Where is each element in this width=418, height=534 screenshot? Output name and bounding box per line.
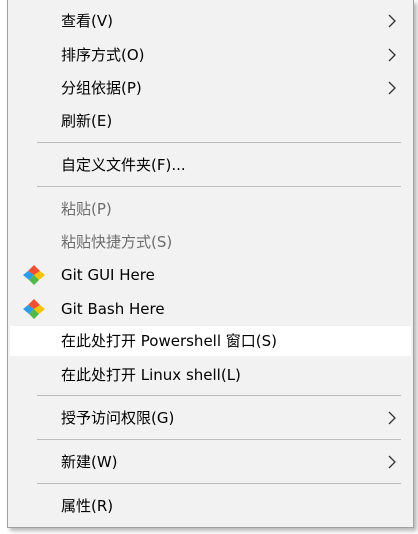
menu-item-label: Git GUI Here — [61, 266, 155, 284]
menu-item-label: 授予访问权限(G) — [61, 409, 175, 427]
menu-item-open-linux-shell[interactable]: 在此处打开 Linux shell(L) — [10, 360, 411, 390]
menu-item-sort-by[interactable]: 排序方式(O) — [10, 40, 411, 70]
menu-item-view[interactable]: 查看(V) — [10, 6, 411, 36]
menu-item-label: 分组依据(P) — [61, 79, 142, 97]
chevron-right-icon — [388, 14, 396, 28]
menu-item-git-bash-here[interactable]: Git Bash Here — [10, 294, 411, 324]
chevron-right-icon — [388, 455, 396, 469]
menu-separator — [37, 395, 401, 396]
menu-separator — [37, 142, 401, 143]
chevron-right-icon — [388, 48, 396, 62]
menu-item-new[interactable]: 新建(W) — [10, 447, 411, 477]
menu-item-label: 排序方式(O) — [61, 46, 145, 64]
menu-item-give-access[interactable]: 授予访问权限(G) — [10, 403, 411, 433]
menu-item-label: 在此处打开 Linux shell(L) — [61, 366, 241, 384]
menu-item-label: 粘贴(P) — [61, 200, 112, 218]
menu-item-paste: 粘贴(P) — [10, 194, 411, 224]
menu-item-label: 刷新(E) — [61, 112, 113, 130]
menu-item-git-gui-here[interactable]: Git GUI Here — [10, 260, 411, 290]
menu-item-open-powershell[interactable]: 在此处打开 Powershell 窗口(S) — [10, 326, 411, 356]
menu-item-label: 自定义文件夹(F)... — [61, 156, 186, 174]
menu-item-label: Git Bash Here — [61, 300, 165, 318]
menu-separator — [37, 483, 401, 484]
menu-separator — [37, 439, 401, 440]
menu-item-group-by[interactable]: 分组依据(P) — [10, 73, 411, 103]
menu-item-refresh[interactable]: 刷新(E) — [10, 106, 411, 136]
menu-item-customize-folder[interactable]: 自定义文件夹(F)... — [10, 150, 411, 180]
menu-item-paste-shortcut: 粘贴快捷方式(S) — [10, 227, 411, 257]
menu-item-label: 查看(V) — [61, 12, 113, 30]
menu-item-label: 粘贴快捷方式(S) — [61, 233, 173, 251]
git-icon — [23, 265, 45, 285]
menu-item-label: 新建(W) — [61, 453, 118, 471]
chevron-right-icon — [388, 81, 396, 95]
menu-separator — [37, 186, 401, 187]
menu-item-label: 在此处打开 Powershell 窗口(S) — [61, 332, 277, 350]
menu-item-label: 属性(R) — [61, 497, 114, 515]
context-menu: 查看(V) 排序方式(O) 分组依据(P) 刷新(E) 自定义文件夹(F)...… — [7, 0, 414, 528]
git-icon — [23, 299, 45, 319]
chevron-right-icon — [388, 411, 396, 425]
menu-item-properties[interactable]: 属性(R) — [10, 491, 411, 521]
